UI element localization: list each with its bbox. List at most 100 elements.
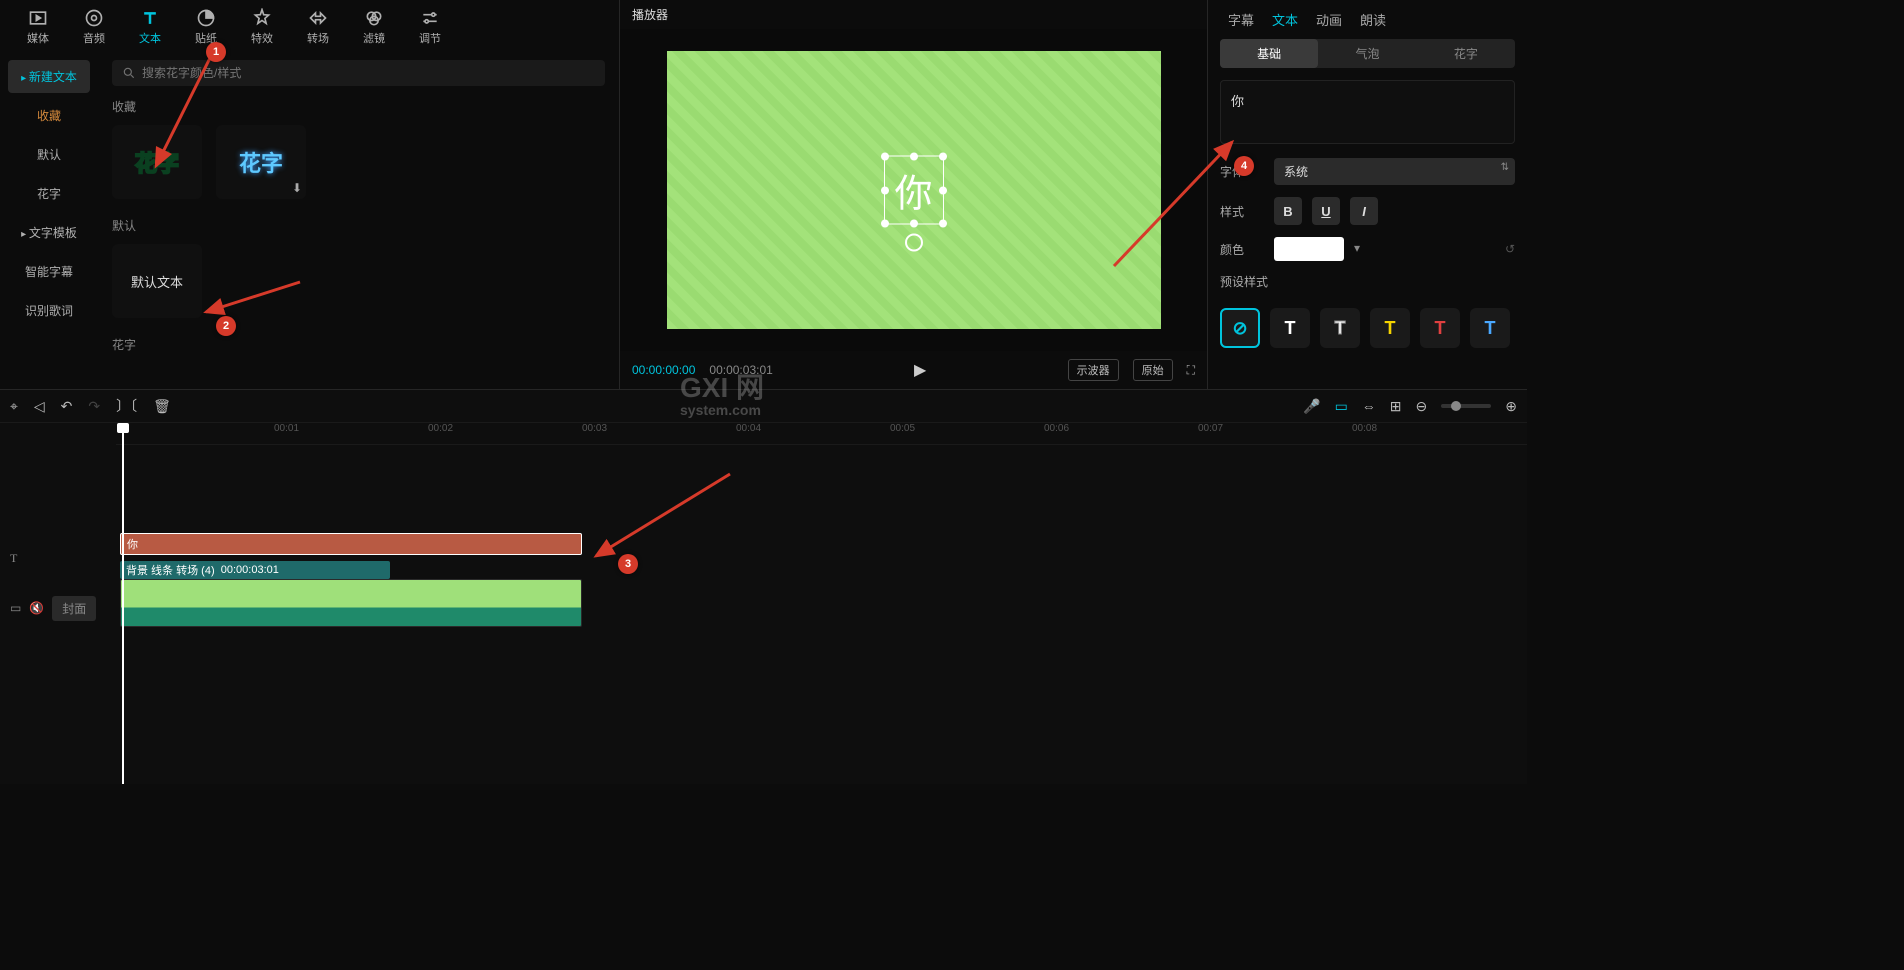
tab-subtitle[interactable]: 字幕 bbox=[1228, 10, 1254, 29]
nav-adjust[interactable]: 调节 bbox=[402, 4, 458, 50]
trans-icon bbox=[308, 8, 328, 28]
step-back[interactable]: ◁ bbox=[34, 398, 45, 415]
rotate-handle[interactable] bbox=[904, 234, 922, 252]
underline-button[interactable]: U bbox=[1312, 197, 1340, 225]
nav-trans[interactable]: 转场 bbox=[290, 4, 346, 50]
video-clip-header: 背景 线条 转场 (4) 00:00:03:01 bbox=[120, 561, 390, 579]
italic-button[interactable]: I bbox=[1350, 197, 1378, 225]
font-select[interactable]: 系统 bbox=[1274, 158, 1515, 185]
time-ruler[interactable]: 00:01 00:02 00:03 00:04 00:05 00:06 00:0… bbox=[116, 423, 1527, 445]
section-huazi: 花字 bbox=[112, 336, 605, 353]
preset-styles: ⊘ T T T T T bbox=[1220, 308, 1515, 348]
media-icon bbox=[28, 8, 48, 28]
text-track-label: T bbox=[0, 533, 116, 583]
style-label: 样式 bbox=[1220, 203, 1260, 220]
sidebar-new-text[interactable]: 新建文本 bbox=[8, 60, 90, 93]
link-icon[interactable]: ⇔ bbox=[1362, 398, 1376, 414]
nav-fx[interactable]: 特效 bbox=[234, 4, 290, 50]
tab-text[interactable]: 文本 bbox=[1272, 10, 1298, 29]
mute-icon[interactable]: 🔇 bbox=[29, 601, 44, 615]
sidebar-huazi[interactable]: 花字 bbox=[8, 177, 90, 210]
search-input[interactable] bbox=[142, 66, 595, 80]
align-icon[interactable]: ⊞ bbox=[1390, 398, 1402, 415]
player-title: 播放器 bbox=[620, 0, 1207, 29]
annotation-marker-2: 2 bbox=[216, 316, 236, 336]
video-clip[interactable] bbox=[120, 579, 582, 627]
preset-5[interactable]: T bbox=[1470, 308, 1510, 348]
play-button[interactable]: ▶ bbox=[914, 360, 926, 380]
annotation-marker-1: 1 bbox=[206, 42, 226, 62]
search-icon bbox=[122, 66, 136, 80]
nav-filter[interactable]: 滤镜 bbox=[346, 4, 402, 50]
playhead[interactable] bbox=[122, 423, 124, 784]
canvas-text-object[interactable]: 你 bbox=[883, 156, 943, 225]
section-default: 默认 bbox=[112, 217, 605, 234]
fx-icon bbox=[252, 8, 272, 28]
sticker-icon bbox=[196, 8, 216, 28]
preset-none[interactable]: ⊘ bbox=[1220, 308, 1260, 348]
nav-text[interactable]: 文本 bbox=[122, 4, 178, 50]
reset-icon[interactable]: ↺ bbox=[1505, 242, 1515, 256]
annotation-marker-3: 3 bbox=[618, 554, 638, 574]
fav-tile-1[interactable]: 花字 bbox=[112, 125, 202, 199]
adjust-icon bbox=[420, 8, 440, 28]
section-fav: 收藏 bbox=[112, 98, 605, 115]
fav-tile-2[interactable]: 花字⬇ bbox=[216, 125, 306, 199]
handle-ml[interactable] bbox=[880, 186, 888, 194]
text-content-input[interactable]: 你 bbox=[1220, 80, 1515, 144]
player-canvas[interactable]: 你 bbox=[667, 51, 1161, 329]
handle-tl[interactable] bbox=[880, 153, 888, 161]
nav-sticker[interactable]: 贴纸 bbox=[178, 4, 234, 50]
zoom-in[interactable]: ⊕ bbox=[1505, 398, 1517, 415]
subtab-bubble[interactable]: 气泡 bbox=[1318, 39, 1416, 68]
sidebar-smart-sub[interactable]: 智能字幕 bbox=[8, 255, 90, 288]
zoom-slider[interactable] bbox=[1441, 404, 1491, 408]
tab-read[interactable]: 朗读 bbox=[1360, 10, 1386, 29]
preset-3[interactable]: T bbox=[1370, 308, 1410, 348]
handle-tr[interactable] bbox=[939, 153, 947, 161]
filter-icon bbox=[364, 8, 384, 28]
video-icon: ▭ bbox=[10, 601, 21, 615]
fullscreen-icon[interactable]: ⛶ bbox=[1187, 363, 1195, 378]
inspector-subtabs: 基础 气泡 花字 bbox=[1220, 39, 1515, 68]
handle-br[interactable] bbox=[939, 220, 947, 228]
preset-1[interactable]: T bbox=[1270, 308, 1310, 348]
mic-icon[interactable]: 🎤 bbox=[1303, 398, 1320, 415]
undo-button[interactable]: ↶ bbox=[61, 398, 73, 415]
scope-button[interactable]: 示波器 bbox=[1068, 359, 1119, 381]
zoom-out[interactable]: ⊖ bbox=[1416, 398, 1428, 415]
sidebar-default[interactable]: 默认 bbox=[8, 138, 90, 171]
pointer-tool[interactable]: ⌖ bbox=[10, 398, 18, 415]
snap-icon[interactable]: ▭ bbox=[1335, 398, 1348, 415]
handle-mr[interactable] bbox=[939, 186, 947, 194]
color-swatch[interactable] bbox=[1274, 237, 1344, 261]
search-bar[interactable] bbox=[112, 60, 605, 86]
tab-anim[interactable]: 动画 bbox=[1316, 10, 1342, 29]
split-tool[interactable]: 〕〔 bbox=[116, 396, 137, 416]
preset-label: 预设样式 bbox=[1220, 273, 1268, 290]
default-text-tile[interactable]: 默认文本 bbox=[112, 244, 202, 318]
sidebar-lyrics[interactable]: 识别歌词 bbox=[8, 294, 90, 327]
inspector-tabs: 字幕 文本 动画 朗读 bbox=[1220, 6, 1515, 39]
subtab-huazi[interactable]: 花字 bbox=[1417, 39, 1515, 68]
handle-bm[interactable] bbox=[909, 220, 917, 228]
sidebar-templates[interactable]: 文字模板 bbox=[8, 216, 90, 249]
text-clip[interactable]: 你 bbox=[120, 533, 582, 555]
subtab-basic[interactable]: 基础 bbox=[1220, 39, 1318, 68]
audio-icon bbox=[84, 8, 104, 28]
text-icon bbox=[140, 8, 160, 28]
download-icon: ⬇ bbox=[292, 181, 302, 195]
color-label: 颜色 bbox=[1220, 241, 1260, 258]
delete-tool[interactable]: 🗑 bbox=[153, 398, 171, 415]
nav-audio[interactable]: 音频 bbox=[66, 4, 122, 50]
preset-4[interactable]: T bbox=[1420, 308, 1460, 348]
sidebar-fav[interactable]: 收藏 bbox=[8, 99, 90, 132]
original-button[interactable]: 原始 bbox=[1133, 359, 1173, 381]
video-track-label: ▭ 🔇 封面 bbox=[0, 583, 116, 633]
preset-2[interactable]: T bbox=[1320, 308, 1360, 348]
bold-button[interactable]: B bbox=[1274, 197, 1302, 225]
cover-button[interactable]: 封面 bbox=[52, 596, 96, 621]
handle-tm[interactable] bbox=[909, 153, 917, 161]
handle-bl[interactable] bbox=[880, 220, 888, 228]
nav-media[interactable]: 媒体 bbox=[10, 4, 66, 50]
